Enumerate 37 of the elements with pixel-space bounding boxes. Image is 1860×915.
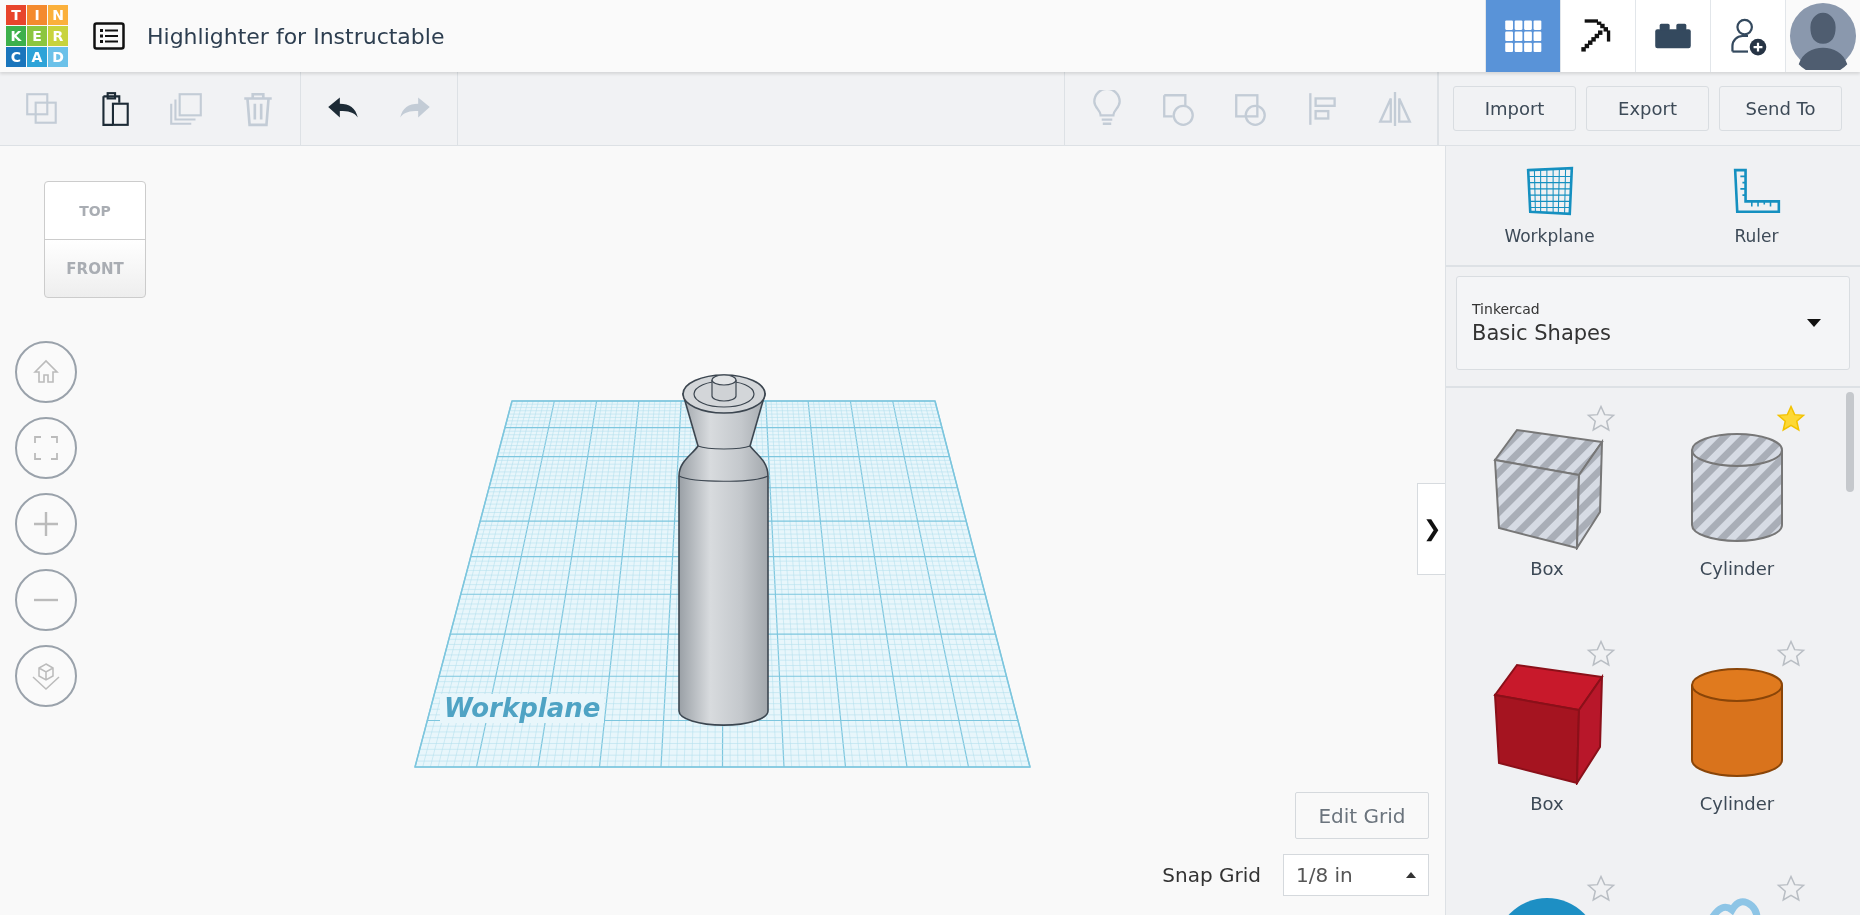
star-icon[interactable]	[1586, 639, 1616, 669]
star-icon[interactable]	[1776, 639, 1806, 669]
pickaxe-view-button[interactable]	[1560, 0, 1635, 72]
list-icon[interactable]	[93, 22, 125, 50]
shape-library-dropdown[interactable]: Tinkercad Basic Shapes	[1456, 276, 1850, 370]
shape-tile[interactable]: Box	[1452, 400, 1642, 605]
shape-tile[interactable]: Box	[1452, 635, 1642, 840]
brick-view-button[interactable]	[1635, 0, 1710, 72]
snap-grid-dropdown[interactable]: 1/8 in	[1283, 854, 1429, 896]
tinkercad-logo[interactable]: T I N K E R C A D	[6, 5, 68, 67]
ruler-tool-button[interactable]: Ruler	[1653, 146, 1860, 265]
toolbar-button[interactable]: Export	[1586, 86, 1709, 131]
shape-tile[interactable]: Cylinder	[1642, 635, 1832, 840]
cube-icon	[31, 661, 61, 691]
design-title[interactable]: Highlighter for Instructable	[147, 23, 445, 49]
star-icon[interactable]	[1586, 874, 1616, 904]
shape-tile[interactable]: Cylinder	[1642, 400, 1832, 605]
cube-face-label: FRONT	[65, 258, 125, 280]
add-user-view-button[interactable]	[1710, 0, 1785, 72]
minus-icon	[34, 598, 58, 602]
toolbar-button[interactable]: Send To	[1719, 86, 1842, 131]
scrollbar[interactable]	[1846, 392, 1854, 492]
plus-icon	[31, 509, 61, 539]
workplane-label: Workplane	[440, 694, 605, 723]
add-user-icon	[1728, 16, 1768, 56]
edit-grid-button[interactable]: Edit Grid	[1295, 792, 1429, 839]
filled-star-icon[interactable]	[1776, 404, 1806, 434]
star-icon[interactable]	[1776, 874, 1806, 904]
caret-icon	[1406, 872, 1416, 878]
toolbar-button[interactable]: Import	[1453, 86, 1576, 131]
caret-icon	[1807, 319, 1821, 327]
fit-view-icon	[31, 433, 61, 463]
snap-grid-label: Snap Grid	[1162, 863, 1261, 887]
star-icon[interactable]	[1586, 404, 1616, 434]
workplane-tool-button[interactable]: Workplane	[1446, 146, 1653, 265]
cube-face-label: TOP	[45, 182, 145, 240]
panel-toggle-button[interactable]: ❯	[1417, 483, 1445, 575]
